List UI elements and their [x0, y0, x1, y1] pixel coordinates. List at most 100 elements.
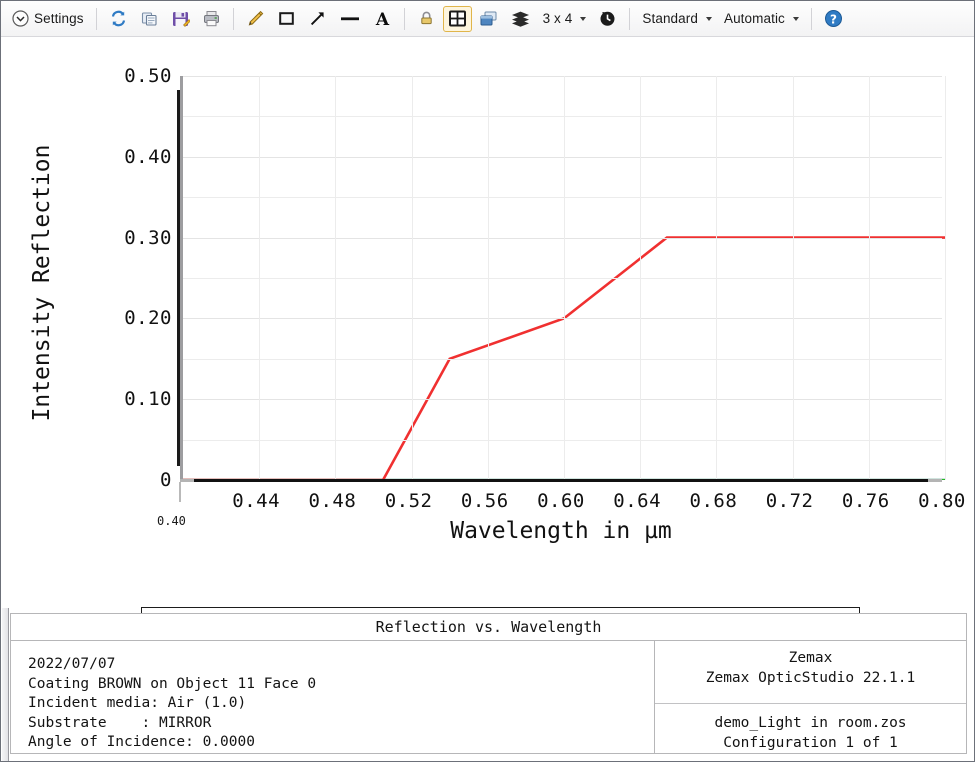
y-axis-tick-label: 0.30	[2, 227, 172, 249]
gridline-vertical	[259, 76, 260, 480]
x-axis-tick-label: 0.52	[385, 490, 433, 512]
tile-window-icon	[448, 9, 467, 28]
copy-icon	[140, 9, 159, 28]
info-left-line: Coating BROWN on Object 11 Face 0	[28, 675, 654, 695]
text-button[interactable]: A	[368, 6, 397, 32]
line-button[interactable]	[334, 6, 366, 32]
print-button[interactable]	[197, 6, 226, 32]
svg-text:?: ?	[830, 12, 837, 26]
gridline-horizontal	[183, 440, 942, 441]
settings-label: Settings	[34, 11, 84, 26]
x-axis-tick-label: 0.60	[537, 490, 585, 512]
info-body: 2022/07/07Coating BROWN on Object 11 Fac…	[10, 640, 967, 754]
x-axis-cap-left	[180, 479, 194, 482]
clone-window-button[interactable]	[474, 6, 503, 32]
scale-dropdown[interactable]: Automatic	[719, 6, 804, 32]
info-vendor-panel: ZemaxZemax OpticStudio 22.1.1	[655, 641, 966, 704]
info-left-line: Angle of Incidence: 0.0000	[28, 733, 654, 753]
gridline-vertical	[564, 76, 565, 480]
gridline-horizontal	[183, 278, 942, 279]
x-axis-tick-label: 0.64	[613, 490, 661, 512]
style-dropdown-label: Standard	[642, 11, 698, 26]
x-axis-origin-tick	[179, 482, 181, 502]
help-icon: ?	[824, 9, 843, 28]
line-icon	[339, 9, 361, 28]
save-icon	[171, 9, 190, 28]
scale-dropdown-label: Automatic	[724, 11, 785, 26]
gridline-horizontal	[183, 76, 942, 77]
rectangle-icon	[277, 9, 296, 28]
gridline-vertical	[716, 76, 717, 480]
gridline-horizontal	[183, 238, 942, 239]
toolbar-separator	[811, 8, 812, 30]
x-axis-line	[180, 479, 942, 482]
x-axis-tick-label: 0.68	[690, 490, 738, 512]
help-button[interactable]: ?	[819, 6, 848, 32]
refresh-button[interactable]	[104, 6, 133, 32]
style-dropdown[interactable]: Standard	[637, 6, 717, 32]
text-icon: A	[373, 9, 392, 28]
chevron-down-icon	[706, 17, 712, 21]
y-axis-tick-labels: 0.50 0.40 0.30 0.20 0.10 0	[2, 38, 172, 518]
gridline-horizontal	[183, 318, 942, 319]
x-axis-tick-label: 0.44	[232, 490, 280, 512]
grid-size-label: 3 x 4	[543, 11, 573, 26]
arrow-button[interactable]	[303, 6, 332, 32]
y-axis-tick-label: 0.10	[2, 388, 172, 410]
x-axis-cap-right	[928, 479, 942, 482]
grid-size-dropdown[interactable]: 3 x 4	[538, 6, 592, 32]
gridline-vertical	[640, 76, 641, 480]
layers-icon	[510, 9, 531, 28]
info-left-line: 2022/07/07	[28, 655, 654, 675]
y-axis-tick-label: 0.20	[2, 307, 172, 329]
toolbar-separator	[629, 8, 630, 30]
clone-window-icon	[479, 9, 498, 28]
info-right-panel: ZemaxZemax OpticStudio 22.1.1 demo_Light…	[655, 641, 966, 753]
info-title: Reflection vs. Wavelength	[376, 618, 602, 636]
x-axis-tick-label: 0.48	[309, 490, 357, 512]
info-left-panel: 2022/07/07Coating BROWN on Object 11 Fac…	[11, 641, 655, 753]
gridline-vertical	[412, 76, 413, 480]
arrow-icon	[308, 9, 327, 28]
settings-button[interactable]: Settings	[7, 6, 89, 32]
gridline-vertical	[945, 76, 946, 480]
y-axis-tick-label: 0.40	[2, 146, 172, 168]
layers-button[interactable]	[505, 6, 536, 32]
gridline-horizontal	[183, 399, 942, 400]
info-file-line: Configuration 1 of 1	[655, 734, 966, 754]
y-axis-tick-label: 0.50	[2, 65, 172, 87]
x-axis-tick-label: 0.56	[461, 490, 509, 512]
tile-window-button[interactable]	[443, 6, 472, 32]
info-file-panel: demo_Light in room.zosConfiguration 1 of…	[655, 704, 966, 753]
plot-panel: Intensity Reflection 0.500.400.300.200.1…	[2, 38, 973, 608]
info-left-line: Incident media: Air (1.0)	[28, 694, 654, 714]
gridline-vertical	[869, 76, 870, 480]
pencil-icon	[246, 9, 265, 28]
save-button[interactable]	[166, 6, 195, 32]
y-axis-tick-label: 0	[2, 469, 172, 491]
refresh-icon	[109, 9, 128, 28]
print-icon	[202, 9, 221, 28]
x-axis-tick-label: 0.76	[842, 490, 890, 512]
rectangle-button[interactable]	[272, 6, 301, 32]
gridline-vertical	[793, 76, 794, 480]
gridline-horizontal	[183, 197, 942, 198]
gridline-vertical	[488, 76, 489, 480]
gridline-horizontal	[183, 116, 942, 117]
info-left-line: Substrate : MIRROR	[28, 714, 654, 734]
x-axis-tick-label: 0.72	[766, 490, 814, 512]
pencil-button[interactable]	[241, 6, 270, 32]
lock-button[interactable]	[412, 6, 441, 32]
clock-button[interactable]	[593, 6, 622, 32]
copy-button[interactable]	[135, 6, 164, 32]
application-window: Settings	[0, 0, 975, 762]
gridline-horizontal	[183, 157, 942, 158]
info-title-bar: Reflection vs. Wavelength	[10, 613, 967, 640]
info-vendor-line: Zemax	[655, 649, 966, 669]
x-axis-tick-label: 0.80	[918, 490, 966, 512]
toolbar-separator	[233, 8, 234, 30]
clock-icon	[598, 9, 617, 28]
chevron-down-circle-icon	[12, 10, 29, 27]
toolbar-separator	[96, 8, 97, 30]
plot-area[interactable]	[180, 76, 942, 480]
